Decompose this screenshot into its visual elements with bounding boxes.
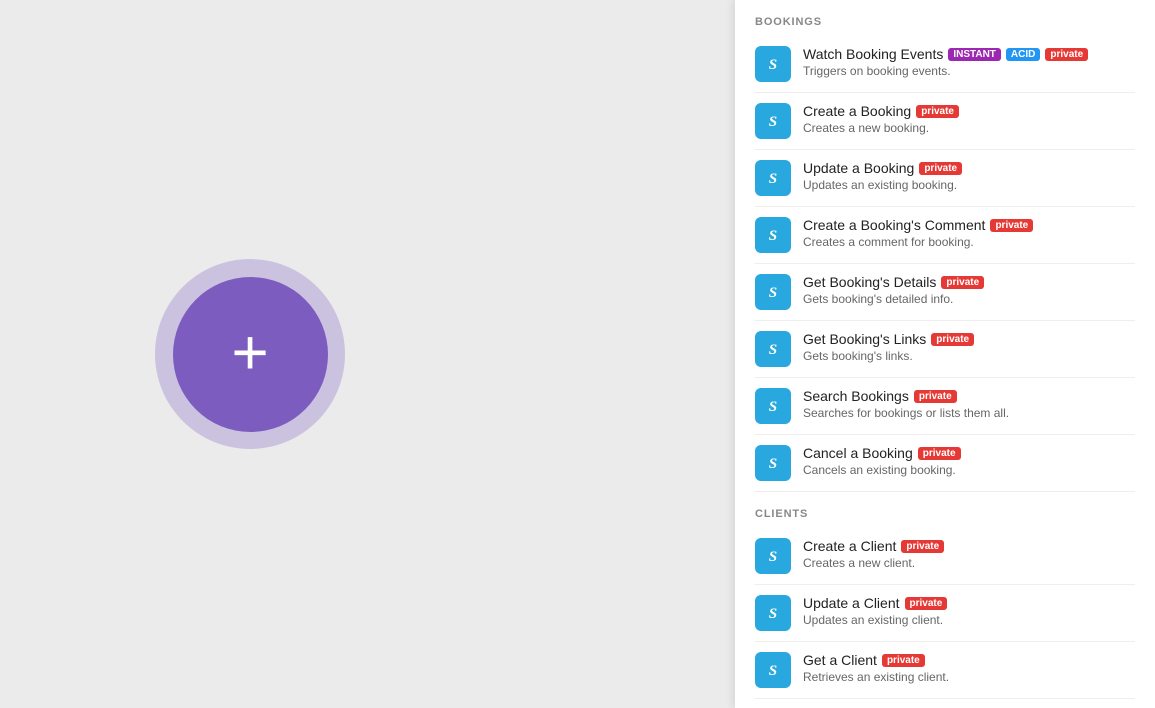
item-content-search-bookings: Search Bookings private Searches for booki… (803, 388, 1135, 420)
section-header-bookings: BOOKINGS (735, 0, 1155, 36)
item-title-create-a-booking: Create a Booking (803, 103, 911, 119)
badge-private-create-booking-comment: private (990, 219, 1033, 232)
list-item-get-a-client[interactable]: S Get a Client private Retrieves an existi… (735, 642, 1155, 698)
svg-text:S: S (769, 606, 777, 622)
svg-text:S: S (769, 285, 777, 301)
item-content-update-a-booking: Update a Booking private Updates an existi… (803, 160, 1135, 192)
item-desc-update-a-client: Updates an existing client. (803, 613, 1135, 627)
svg-text:S: S (769, 228, 777, 244)
item-icon-cancel-a-booking: S (755, 445, 791, 481)
item-content-watch-booking-events: Watch Booking Events INSTANT ACID private Tr… (803, 46, 1135, 78)
item-icon-create-booking-comment: S (755, 217, 791, 253)
badge-acid-watch-booking-events: ACID (1006, 48, 1040, 61)
item-content-create-a-client: Create a Client private Creates a new clie… (803, 538, 1135, 570)
list-item-create-booking-comment[interactable]: S Create a Booking's CommentprivateCreat… (735, 207, 1155, 263)
item-title-row-get-booking-details: Get Booking's Details private (803, 274, 1135, 290)
item-content-create-a-booking: Create a Booking private Creates a new boo… (803, 103, 1135, 135)
list-item-get-booking-details[interactable]: S Get Booking's Details private Gets booki… (735, 264, 1155, 320)
list-item-cancel-a-booking[interactable]: S Cancel a Booking private Cancels an exis… (735, 435, 1155, 491)
item-desc-get-a-client: Retrieves an existing client. (803, 670, 1135, 684)
item-title-row-get-a-client: Get a Client private (803, 652, 1135, 668)
item-title-row-cancel-a-booking: Cancel a Booking private (803, 445, 1135, 461)
badge-private-update-a-booking: private (919, 162, 962, 175)
list-item-search-clients[interactable]: S Search ClientsprivateSearches for clie… (735, 699, 1155, 708)
list-item-watch-booking-events[interactable]: S Watch Booking Events INSTANT ACID private… (735, 36, 1155, 92)
svg-text:S: S (769, 399, 777, 415)
item-title-get-booking-links: Get Booking's Links (803, 331, 926, 347)
list-item-create-a-client[interactable]: S Create a Client private Creates a new cl… (735, 528, 1155, 584)
item-title-row-create-a-client: Create a Client private (803, 538, 1135, 554)
svg-text:S: S (769, 171, 777, 187)
item-title-row-update-a-booking: Update a Booking private (803, 160, 1135, 176)
item-title-get-a-client: Get a Client (803, 652, 877, 668)
list-item-update-a-client[interactable]: S Update a Client private Updates an exist… (735, 585, 1155, 641)
badge-private-cancel-a-booking: private (918, 447, 961, 460)
svg-text:S: S (769, 663, 777, 679)
item-title-watch-booking-events: Watch Booking Events (803, 46, 943, 62)
list-item-create-a-booking[interactable]: S Create a Booking private Creates a new b… (735, 93, 1155, 149)
item-content-create-booking-comment: Create a Booking's Comment private Creates… (803, 217, 1135, 249)
item-desc-create-a-client: Creates a new client. (803, 556, 1135, 570)
item-title-get-booking-details: Get Booking's Details (803, 274, 936, 290)
badge-instant-watch-booking-events: INSTANT (948, 48, 1001, 61)
item-icon-update-a-booking: S (755, 160, 791, 196)
item-content-get-a-client: Get a Client private Retrieves an existing… (803, 652, 1135, 684)
badge-private-get-booking-details: private (941, 276, 984, 289)
item-icon-create-a-booking: S (755, 103, 791, 139)
badge-private-get-a-client: private (882, 654, 925, 667)
add-button-container: + (155, 259, 345, 449)
svg-text:S: S (769, 342, 777, 358)
item-title-create-a-client: Create a Client (803, 538, 896, 554)
item-desc-watch-booking-events: Triggers on booking events. (803, 64, 1135, 78)
item-desc-cancel-a-booking: Cancels an existing booking. (803, 463, 1135, 477)
item-title-update-a-booking: Update a Booking (803, 160, 914, 176)
svg-text:S: S (769, 114, 777, 130)
action-panel: BOOKINGS S Watch Booking Events INSTANT AC… (735, 0, 1155, 708)
badge-private-get-booking-links: private (931, 333, 974, 346)
badge-private-search-bookings: private (914, 390, 957, 403)
item-content-get-booking-details: Get Booking's Details private Gets booking… (803, 274, 1135, 306)
item-title-row-create-booking-comment: Create a Booking's Comment private (803, 217, 1135, 233)
item-desc-get-booking-links: Gets booking's links. (803, 349, 1135, 363)
item-title-create-booking-comment: Create a Booking's Comment (803, 217, 985, 233)
add-button-outer: + (155, 259, 345, 449)
item-title-row-get-booking-links: Get Booking's Links private (803, 331, 1135, 347)
item-content-update-a-client: Update a Client private Updates an existin… (803, 595, 1135, 627)
item-icon-get-booking-details: S (755, 274, 791, 310)
item-desc-create-booking-comment: Creates a comment for booking. (803, 235, 1135, 249)
badge-private-create-a-booking: private (916, 105, 959, 118)
item-desc-get-booking-details: Gets booking's detailed info. (803, 292, 1135, 306)
item-icon-search-bookings: S (755, 388, 791, 424)
item-desc-create-a-booking: Creates a new booking. (803, 121, 1135, 135)
item-content-cancel-a-booking: Cancel a Booking private Cancels an existi… (803, 445, 1135, 477)
badge-private-watch-booking-events: private (1045, 48, 1088, 61)
add-button[interactable]: + (173, 277, 328, 432)
list-item-get-booking-links[interactable]: S Get Booking's Links private Gets booking… (735, 321, 1155, 377)
item-title-row-search-bookings: Search Bookings private (803, 388, 1135, 404)
svg-text:S: S (769, 57, 777, 73)
list-item-search-bookings[interactable]: S Search Bookings private Searches for boo… (735, 378, 1155, 434)
item-desc-update-a-booking: Updates an existing booking. (803, 178, 1135, 192)
item-title-search-bookings: Search Bookings (803, 388, 909, 404)
section-header-clients: CLIENTS (735, 492, 1155, 528)
item-icon-watch-booking-events: S (755, 46, 791, 82)
svg-text:S: S (769, 456, 777, 472)
item-title-row-create-a-booking: Create a Booking private (803, 103, 1135, 119)
item-icon-get-booking-links: S (755, 331, 791, 367)
svg-text:S: S (769, 549, 777, 565)
plus-icon: + (231, 320, 268, 384)
item-icon-get-a-client: S (755, 652, 791, 688)
item-title-cancel-a-booking: Cancel a Booking (803, 445, 913, 461)
item-desc-search-bookings: Searches for bookings or lists them all. (803, 406, 1135, 420)
item-title-row-update-a-client: Update a Client private (803, 595, 1135, 611)
item-icon-update-a-client: S (755, 595, 791, 631)
item-content-get-booking-links: Get Booking's Links private Gets booking's… (803, 331, 1135, 363)
item-icon-create-a-client: S (755, 538, 791, 574)
list-item-update-a-booking[interactable]: S Update a Booking private Updates an exis… (735, 150, 1155, 206)
item-title-update-a-client: Update a Client (803, 595, 900, 611)
badge-private-update-a-client: private (905, 597, 948, 610)
item-title-row-watch-booking-events: Watch Booking Events INSTANT ACID private (803, 46, 1135, 62)
badge-private-create-a-client: private (901, 540, 944, 553)
